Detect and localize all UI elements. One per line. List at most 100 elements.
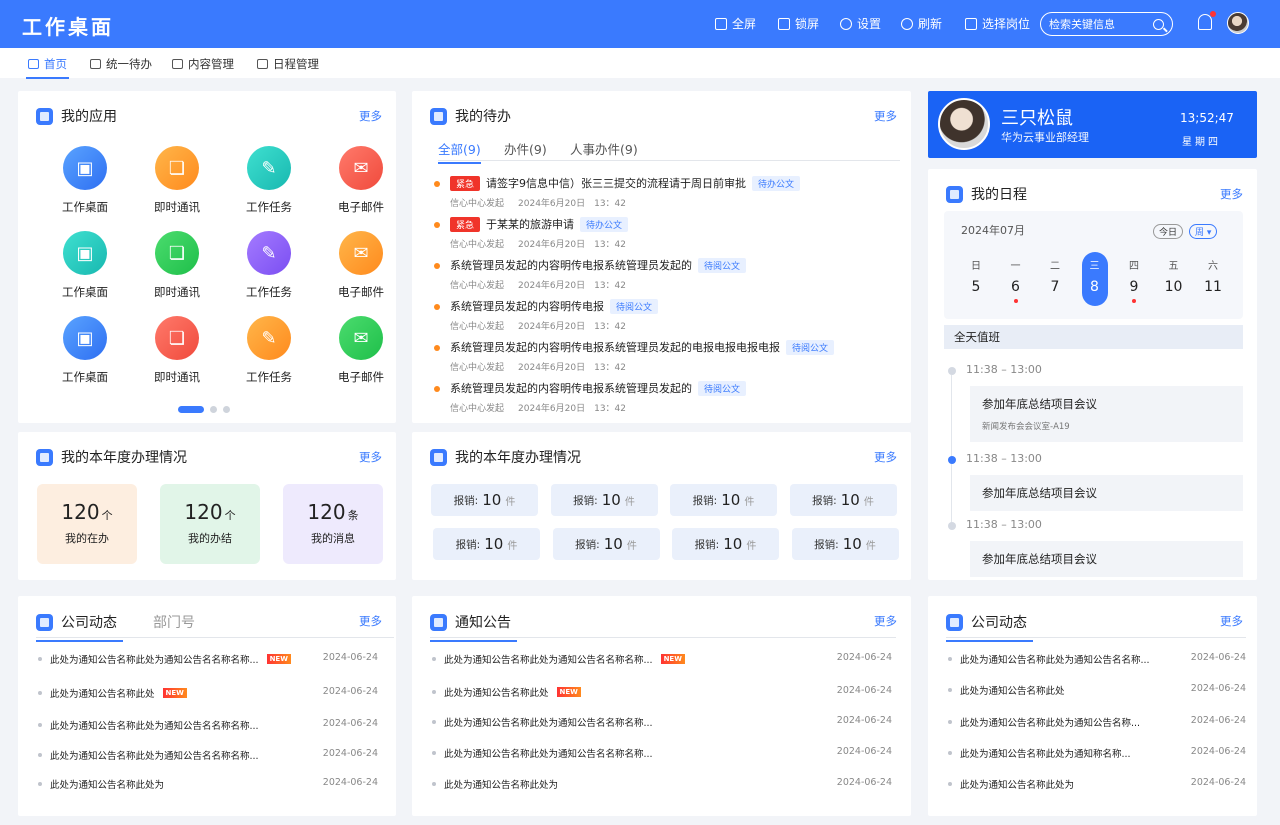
lock-icon (778, 17, 790, 30)
calendar-day[interactable]: 四9 (1121, 257, 1147, 303)
reimburse-chip[interactable]: 报销: 10 件 (789, 484, 897, 516)
event-box[interactable]: 参加年底总结项目会议 (970, 475, 1243, 511)
event-title: 参加年底总结项目会议 (982, 397, 1097, 411)
bullet-dot (38, 691, 42, 695)
calendar-day[interactable]: 六 11 (1200, 257, 1226, 295)
reimburse-chip[interactable]: 报销: 10 件 (552, 528, 660, 560)
bell-icon[interactable] (1198, 11, 1216, 30)
new-badge: NEW (266, 654, 291, 664)
app-item[interactable]: ▣ 工作桌面 (40, 316, 130, 385)
stat-number: 120 (184, 500, 223, 524)
weekday-label: 一 (1010, 261, 1021, 272)
event-box[interactable]: 参加年底总结项目会议 (970, 541, 1243, 577)
stat-box[interactable]: 120 个我的在办 (37, 484, 137, 564)
tab-company-news[interactable]: 公司动态 (36, 612, 123, 642)
todo-source: 信心中心发起 (450, 240, 505, 250)
calendar-day[interactable]: 一6 (1003, 257, 1029, 303)
chip-label: 报销: (814, 538, 839, 551)
tab-home[interactable]: 首页 (26, 56, 69, 79)
reimburse-chip[interactable]: 报销: 10 件 (670, 484, 777, 516)
calendar-day[interactable]: 三8 (1081, 252, 1108, 306)
stat-box[interactable]: 120 条我的消息 (283, 484, 383, 564)
reimburse-chip[interactable]: 报销: 10 件 (791, 528, 899, 560)
reimburse-chip[interactable]: 报销: 10 件 (433, 528, 540, 560)
page-dot[interactable] (210, 406, 217, 413)
app-item[interactable]: ❏ 即时通讯 (132, 316, 222, 385)
user-name: 三只松鼠 (1001, 108, 1073, 129)
select-post-button[interactable]: 选择岗位 (965, 15, 1030, 32)
page-dot[interactable] (223, 406, 230, 413)
news-date: 2024-06-24 (322, 748, 378, 759)
app-item[interactable]: ✉ 电子邮件 (316, 231, 406, 300)
app-item[interactable]: ❏ 即时通讯 (132, 231, 222, 300)
calendar-day[interactable]: 五 10 (1161, 257, 1187, 295)
chip-unit: 件 (744, 496, 755, 508)
event-dot (1013, 299, 1018, 303)
search-icon[interactable] (1153, 18, 1164, 30)
app-item[interactable]: ❏ 即时通讯 (132, 146, 222, 215)
more-link[interactable]: 更多 (359, 613, 382, 629)
chip-unit: 件 (865, 540, 876, 552)
todo-source: 信心中心发起 (450, 281, 505, 291)
app-item[interactable]: ✎ 工作任务 (224, 231, 314, 300)
stat-box[interactable]: 120 个我的办结 (160, 484, 260, 564)
todo-dot (434, 345, 440, 351)
tab-unified-todo[interactable]: 统一待办 (90, 56, 152, 72)
app-item[interactable]: ✉ 电子邮件 (316, 146, 406, 215)
settings-button[interactable]: 设置 (840, 15, 881, 32)
app-item[interactable]: ✎ 工作任务 (224, 146, 314, 215)
bullet-dot (948, 657, 952, 661)
todo-dot (434, 304, 440, 310)
news-title: 此处为通知公告名称此处为通知公告名名称名称... (444, 749, 653, 760)
calendar-day[interactable]: 二7 (1042, 257, 1068, 295)
more-link[interactable]: 更多 (874, 449, 897, 465)
page-dot[interactable] (178, 406, 204, 413)
tab-notice[interactable]: 通知公告 (430, 612, 517, 642)
day-number: 7 (1050, 279, 1060, 295)
news-icon (36, 613, 53, 631)
calendar-day[interactable]: 日5 (963, 257, 989, 295)
more-link[interactable]: 更多 (874, 108, 897, 124)
reimburse-chip[interactable]: 报销: 10 件 (550, 484, 658, 516)
stat-label: 我的在办 (65, 532, 109, 545)
today-button[interactable]: 今日 (1153, 224, 1184, 239)
reimburse-chip[interactable]: 报销: 10 件 (672, 528, 779, 560)
tab-department[interactable]: 部门号 (153, 612, 195, 632)
news-date: 2024-06-24 (322, 777, 378, 788)
more-link[interactable]: 更多 (359, 449, 382, 465)
user-avatar[interactable] (1227, 12, 1249, 34)
event-box[interactable]: 参加年底总结项目会议 新闻发布会会议室-A19 (970, 386, 1243, 442)
app-item[interactable]: ▣ 工作桌面 (40, 231, 130, 300)
tab-files[interactable]: 办件(9) (504, 139, 547, 158)
search-input[interactable] (1049, 17, 1149, 31)
all-day-event[interactable]: 全天值班 (944, 325, 1243, 349)
lock-screen-button[interactable]: 锁屏 (778, 15, 819, 32)
card-title: 我的本年度办理情况 (61, 450, 187, 466)
tab-all[interactable]: 全部(9) (438, 139, 481, 164)
weekday-label: 四 (1129, 261, 1139, 272)
timeline-line (951, 375, 952, 459)
tab-schedule[interactable]: 日程管理 (257, 56, 319, 72)
more-link[interactable]: 更多 (874, 613, 897, 629)
app-item[interactable]: ✉ 电子邮件 (316, 316, 406, 385)
tab-company-news[interactable]: 公司动态 (946, 612, 1033, 642)
tab-content[interactable]: 内容管理 (172, 56, 234, 72)
app-label: 工作任务 (246, 200, 292, 214)
fullscreen-button[interactable]: 全屏 (715, 15, 756, 32)
tab-hr-files[interactable]: 人事办件(9) (570, 139, 638, 158)
news-title: 此处为通知公告名称此处 (50, 689, 155, 700)
weekday-label: 日 (971, 261, 981, 272)
profile-avatar[interactable] (938, 98, 990, 150)
urgent-badge: 紧急 (450, 175, 481, 191)
search-box (1040, 12, 1173, 36)
app-label: 即时通讯 (154, 200, 200, 214)
view-select[interactable]: 周 ▾ (1189, 224, 1218, 239)
more-link[interactable]: 更多 (1220, 186, 1243, 202)
more-link[interactable]: 更多 (1220, 613, 1243, 629)
app-item[interactable]: ✎ 工作任务 (224, 316, 314, 385)
reimburse-chip[interactable]: 报销: 10 件 (431, 484, 538, 516)
more-link[interactable]: 更多 (359, 108, 382, 124)
chip-unit: 件 (505, 496, 516, 508)
refresh-button[interactable]: 刷新 (901, 15, 942, 32)
app-item[interactable]: ▣ 工作桌面 (40, 146, 130, 215)
